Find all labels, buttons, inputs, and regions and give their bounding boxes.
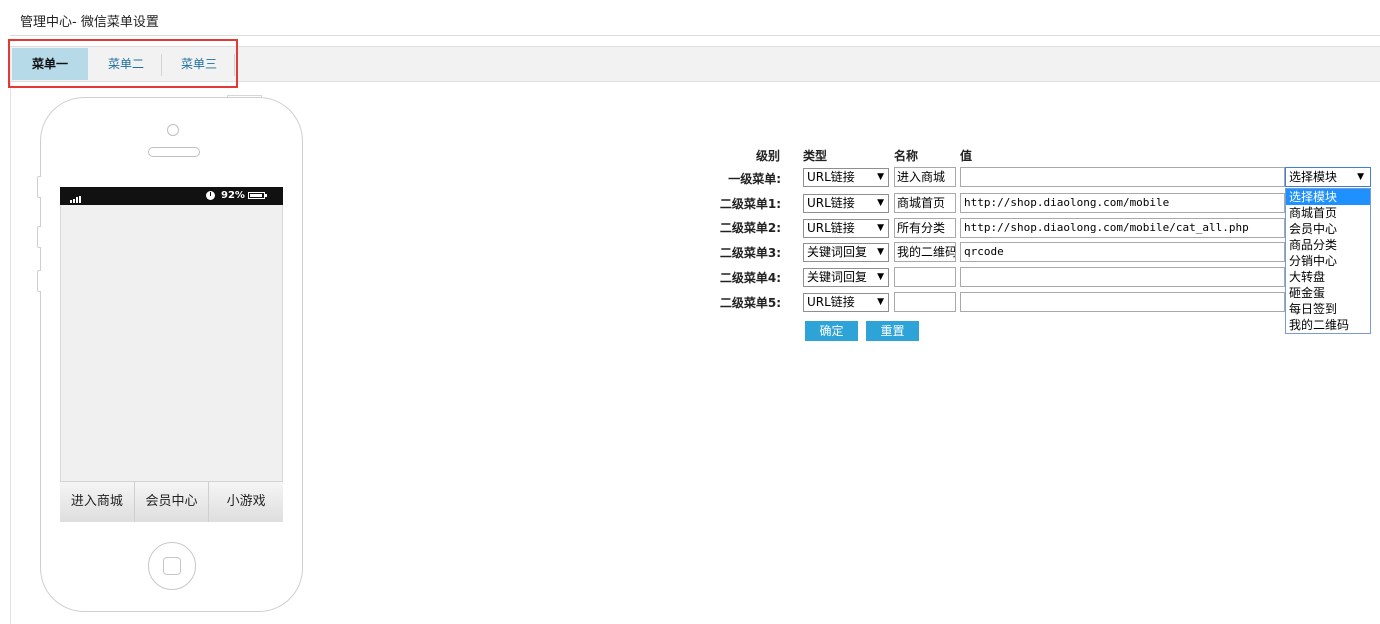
chevron-down-icon: ▼ [877, 272, 884, 282]
type-select[interactable]: URL链接 ▼ [803, 293, 889, 312]
type-select[interactable]: 关键词回复 ▼ [803, 243, 889, 262]
phone-camera [167, 124, 179, 136]
chevron-down-icon: ▼ [877, 223, 884, 233]
type-select-value: URL链接 [807, 170, 855, 184]
header-value: 值 [960, 149, 973, 163]
value-input[interactable]: http://shop.diaolong.com/mobile/cat_all.… [960, 218, 1285, 238]
header-name: 名称 [894, 149, 919, 163]
module-select-value: 选择模块 [1289, 170, 1338, 184]
value-input[interactable] [960, 292, 1285, 312]
phone-menu-bar: 进入商城 会员中心 小游戏 [60, 481, 283, 522]
value-input[interactable]: http://shop.diaolong.com/mobile [960, 193, 1285, 213]
type-select-value: URL链接 [807, 196, 855, 210]
type-select-value: 关键词回复 [807, 245, 868, 259]
row-label-sub2: 二级菜单2: [719, 221, 781, 235]
module-select[interactable]: 选择模块 ▼ [1285, 167, 1371, 187]
phone-menu-item[interactable]: 进入商城 [60, 482, 135, 522]
value-input[interactable]: qrcode [960, 242, 1285, 262]
type-select[interactable]: URL链接 ▼ [803, 168, 889, 187]
type-select[interactable]: URL链接 ▼ [803, 219, 889, 238]
chevron-down-icon: ▼ [877, 297, 884, 307]
type-select[interactable]: 关键词回复 ▼ [803, 268, 889, 287]
name-input[interactable]: 所有分类 [894, 218, 956, 238]
row-label-sub3: 二级菜单3: [719, 246, 781, 260]
dropdown-option[interactable]: 会员中心 [1286, 221, 1370, 237]
tabs-highlight-box [8, 39, 238, 88]
clock-icon [206, 191, 215, 200]
dropdown-option[interactable]: 商品分类 [1286, 237, 1370, 253]
type-select-value: URL链接 [807, 221, 855, 235]
battery-percent: 92% [221, 190, 245, 201]
name-input[interactable]: 我的二维码 [894, 242, 956, 262]
row-label-sub5: 二级菜单5: [719, 296, 781, 310]
chevron-down-icon: ▼ [1357, 172, 1364, 182]
chevron-down-icon: ▼ [877, 198, 884, 208]
row-label-sub1: 二级菜单1: [719, 197, 781, 211]
title-divider [10, 35, 1380, 36]
value-input[interactable] [960, 167, 1285, 187]
dropdown-option[interactable]: 我的二维码 [1286, 317, 1370, 333]
battery-icon [248, 192, 267, 199]
confirm-button[interactable]: 确定 [805, 321, 858, 341]
phone-menu-item[interactable]: 小游戏 [209, 482, 283, 522]
phone-home-button-inner [163, 557, 181, 575]
phone-screen [60, 187, 283, 522]
row-label-sub4: 二级菜单4: [719, 271, 781, 285]
type-select[interactable]: URL链接 ▼ [803, 194, 889, 213]
value-input[interactable] [960, 267, 1285, 287]
phone-status-bar: 92% [60, 187, 283, 205]
name-input[interactable]: 进入商城 [894, 167, 956, 187]
chevron-down-icon: ▼ [877, 172, 884, 182]
dropdown-option[interactable]: 分销中心 [1286, 253, 1370, 269]
signal-icon [70, 192, 82, 203]
dropdown-option[interactable]: 砸金蛋 [1286, 285, 1370, 301]
name-input[interactable]: 商城首页 [894, 193, 956, 213]
phone-side-button [37, 226, 41, 248]
dropdown-option[interactable]: 商城首页 [1286, 205, 1370, 221]
name-input[interactable] [894, 267, 956, 287]
page-title: 管理中心- 微信菜单设置 [20, 15, 159, 30]
phone-side-button [37, 176, 41, 198]
module-dropdown-list: 选择模块 商城首页 会员中心 商品分类 分销中心 大转盘 砸金蛋 每日签到 我的… [1285, 188, 1371, 334]
chevron-down-icon: ▼ [877, 247, 884, 257]
type-select-value: 关键词回复 [807, 270, 868, 284]
row-label-level1: 一级菜单: [728, 172, 781, 186]
phone-speaker [148, 147, 200, 157]
phone-side-button [37, 270, 41, 292]
reset-button[interactable]: 重置 [866, 321, 919, 341]
type-select-value: URL链接 [807, 295, 855, 309]
name-input[interactable] [894, 292, 956, 312]
content-border [10, 82, 11, 624]
dropdown-option[interactable]: 选择模块 [1286, 189, 1370, 205]
header-level: 级别 [756, 149, 781, 163]
header-type: 类型 [803, 149, 828, 163]
phone-menu-item[interactable]: 会员中心 [135, 482, 210, 522]
dropdown-option[interactable]: 大转盘 [1286, 269, 1370, 285]
dropdown-option[interactable]: 每日签到 [1286, 301, 1370, 317]
